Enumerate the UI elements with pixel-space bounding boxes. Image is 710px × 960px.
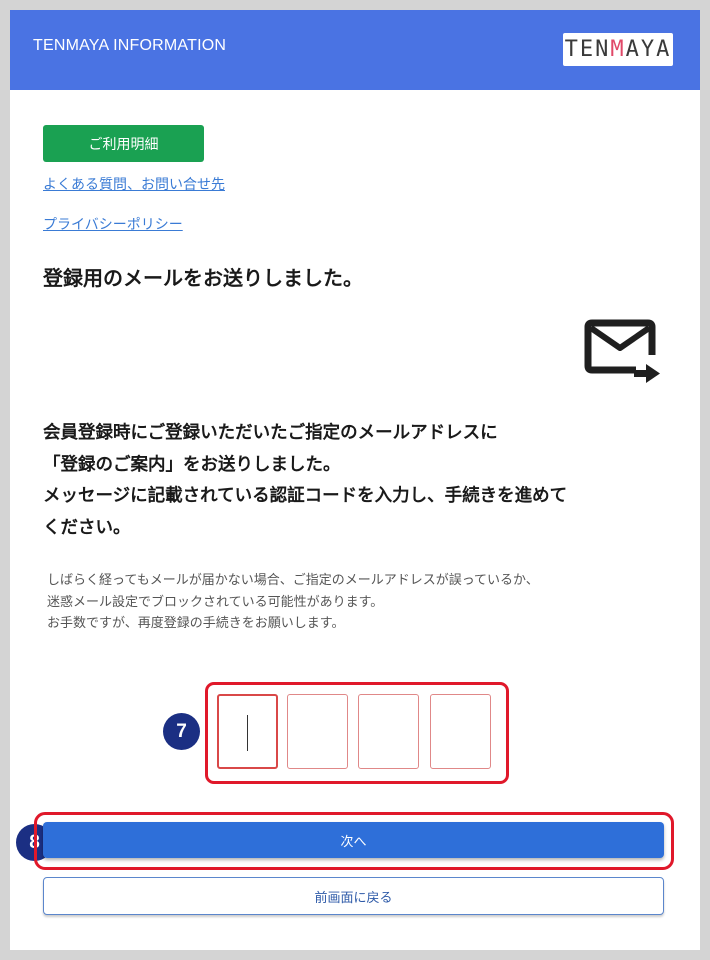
lead-line: 「登録のご案内」をお送りしました。 [43,454,341,475]
back-button[interactable]: 前画面に戻る [43,877,664,915]
code-digit-2[interactable] [287,694,348,769]
note-line: お手数ですが、再度登録の手続きをお願いします。 [47,616,345,631]
text-cursor [247,715,248,751]
code-digit-1[interactable] [217,694,278,769]
step-badge-7: 7 [163,713,200,750]
code-digit-4[interactable] [430,694,491,769]
note-line: しばらく経ってもメールが届かない場合、ご指定のメールアドレスが誤っているか、 [47,573,539,588]
privacy-policy-link[interactable]: プライバシーポリシー [43,214,183,234]
page-title: 登録用のメールをお送りしました。 [43,266,363,290]
tenmaya-logo[interactable]: TEN M AYA [563,33,673,66]
lead-line: メッセージに記載されている認証コードを入力し、手続きを進めて [43,486,568,506]
app-header: TENMAYA INFORMATION TEN M AYA [10,10,700,90]
logo-text-a: TEN [564,37,611,62]
next-button[interactable]: 次へ [43,822,664,858]
usage-details-button[interactable]: ご利用明細 [43,125,204,162]
page-frame: TENMAYA INFORMATION TEN M AYA ご利用明細 よくある質問… [10,10,700,950]
lead-line: ください。 [43,517,131,538]
notice-text: しばらく経ってもメールが届かない場合、ご指定のメールアドレスが誤っているか、 迷… [47,570,677,635]
header-title: TENMAYA INFORMATION [33,37,227,54]
logo-text-c: AYA [625,37,672,62]
faq-contact-link[interactable]: よくある質問、お問い合せ先 [43,174,225,194]
lead-line: 会員登録時にご登録いただいたご指定のメールアドレスに [43,423,498,443]
mail-forward-icon [584,319,660,383]
code-digit-3[interactable] [358,694,419,769]
lead-message: 会員登録時にご登録いただいたご指定のメールアドレスに 「登録のご案内」をお送りし… [43,418,673,544]
logo-text-b: M [610,37,626,62]
note-line: 迷惑メール設定でブロックされている可能性があります。 [47,594,384,610]
